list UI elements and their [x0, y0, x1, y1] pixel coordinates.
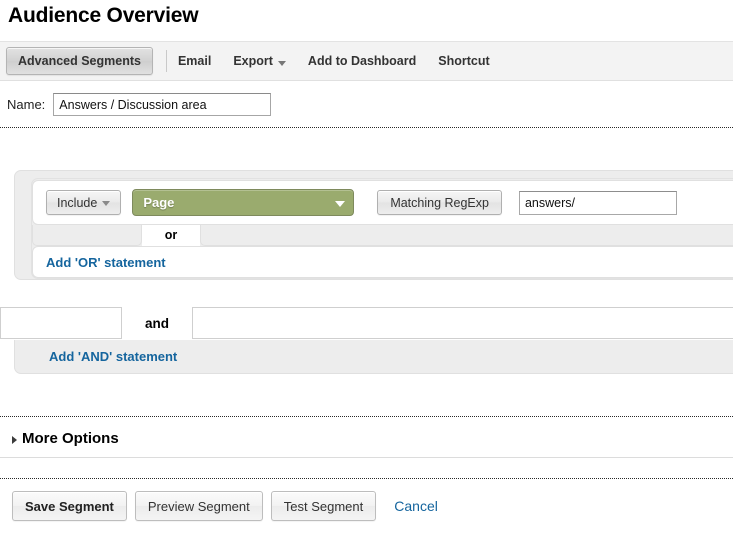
add-and-statement-row: Add 'AND' statement [14, 340, 733, 374]
triangle-right-icon [12, 435, 17, 444]
or-group-container: Include Page Matching RegExp or [31, 178, 733, 279]
divider-above-footer [0, 478, 733, 479]
preview-segment-button[interactable]: Preview Segment [134, 491, 263, 521]
add-and-statement-link[interactable]: Add 'AND' statement [49, 349, 177, 364]
include-exclude-dropdown[interactable]: Include [46, 190, 122, 215]
page-title: Audience Overview [8, 4, 199, 27]
segment-name-input[interactable] [53, 93, 272, 116]
or-separator-gap-right [190, 225, 200, 246]
dimension-dropdown[interactable]: Page [132, 189, 355, 216]
segment-builder-page: Audience Overview Advanced Segments Emai… [0, 0, 733, 538]
or-separator-label: or [152, 225, 190, 246]
advanced-segments-button[interactable]: Advanced Segments [6, 47, 153, 75]
more-options-label: More Options [22, 430, 119, 447]
advanced-segments-label: Advanced Segments [18, 54, 141, 68]
chevron-down-icon [277, 60, 286, 66]
email-label: Email [177, 54, 212, 68]
or-separator-gap-left [142, 225, 152, 246]
or-separator-bar-right [200, 225, 733, 246]
add-to-dashboard-button[interactable]: Add to Dashboard [308, 54, 416, 68]
include-label: Include [57, 195, 98, 210]
chevron-down-icon [102, 201, 111, 206]
and-separator-row: and [0, 306, 733, 340]
chevron-down-icon [335, 200, 346, 207]
condition-row: Include Page Matching RegExp [32, 180, 733, 225]
export-label: Export [233, 54, 273, 68]
shortcut-button[interactable]: Shortcut [438, 54, 489, 68]
save-segment-label: Save Segment [25, 498, 114, 514]
footer-actions: Save Segment Preview Segment Test Segmen… [0, 491, 438, 521]
toolbar-divider [165, 50, 167, 72]
report-toolbar: Advanced Segments Email Export Add to Da… [0, 41, 733, 81]
and-separator-label: and [144, 315, 169, 331]
segment-name-label: Name: [7, 97, 46, 112]
preview-segment-label: Preview Segment [147, 498, 250, 514]
and-separator-box-left [0, 307, 122, 339]
add-or-statement-row: Add 'OR' statement [32, 246, 733, 278]
export-menu-button[interactable]: Export [233, 54, 286, 68]
condition-value-input[interactable] [518, 190, 677, 215]
or-separator-row: or [32, 225, 733, 246]
divider-above-more-options [0, 416, 733, 417]
match-type-label: Matching RegExp [390, 195, 489, 210]
cancel-link[interactable]: Cancel [394, 498, 438, 514]
dimension-label: Page [143, 195, 175, 210]
add-to-dashboard-label: Add to Dashboard [307, 54, 417, 68]
test-segment-label: Test Segment [283, 498, 364, 514]
shortcut-label: Shortcut [438, 54, 490, 68]
and-separator-box-right [192, 307, 733, 339]
more-options-toggle[interactable]: More Options [12, 430, 119, 447]
add-or-statement-link[interactable]: Add 'OR' statement [46, 255, 166, 270]
divider-below-more-options [0, 457, 733, 458]
save-segment-button[interactable]: Save Segment [12, 491, 127, 521]
and-group-container: Include Page Matching RegExp or [14, 170, 733, 280]
or-separator-bar-left [32, 225, 142, 246]
test-segment-button[interactable]: Test Segment [270, 491, 377, 521]
segment-name-row: Name: [0, 93, 272, 116]
email-button[interactable]: Email [178, 54, 211, 68]
match-type-dropdown[interactable]: Matching RegExp [377, 190, 502, 215]
divider-below-name [0, 127, 733, 128]
